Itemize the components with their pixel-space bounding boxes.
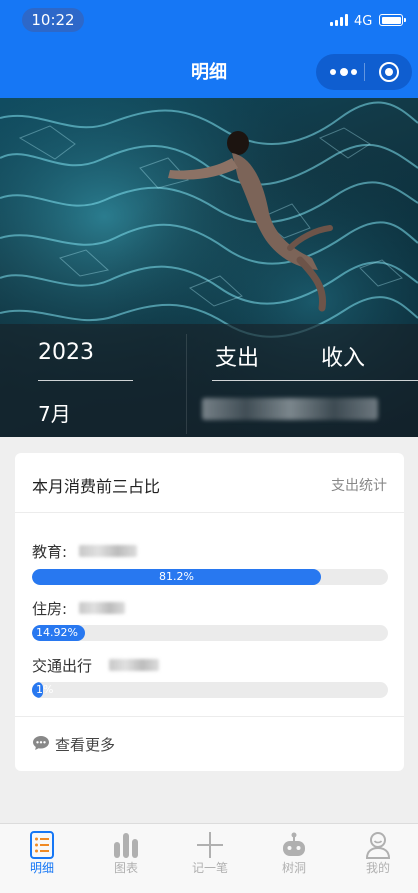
category-progress-bar: 1%: [32, 682, 388, 698]
more-options-icon[interactable]: [330, 65, 358, 79]
view-more-label: 查看更多: [55, 736, 116, 754]
miniprogram-capsule: [316, 54, 412, 90]
tab-label: 图表: [113, 861, 138, 875]
category-label: 住房:: [32, 600, 68, 618]
status-bar: 10:22 4G: [0, 0, 418, 40]
list-icon: [30, 831, 54, 859]
bottom-tab-bar: 明细 图表 记一笔 树洞 我的: [0, 823, 418, 893]
chat-bubble-icon: [33, 736, 49, 750]
bar-chart-icon: [114, 833, 138, 858]
category-label: 教育:: [32, 543, 68, 561]
robot-icon: [283, 832, 305, 856]
tab-label: 树洞: [281, 861, 306, 875]
tab-label: 明细: [29, 861, 54, 875]
redacted-amount: [79, 545, 137, 557]
category-progress-bar: 81.2%: [32, 569, 388, 585]
tab-detail[interactable]: 明细: [0, 824, 84, 893]
header: 10:22 4G 明细: [0, 0, 418, 98]
year-picker[interactable]: 2023: [38, 340, 94, 365]
expense-stats-link[interactable]: 支出统计: [331, 475, 387, 495]
tab-mine[interactable]: 我的: [336, 824, 418, 893]
category-label: 交通出行: [32, 657, 93, 675]
category-progress-bar: 14.92%: [32, 625, 388, 641]
hero-banner: 2023 7月 支出 收入: [0, 98, 418, 437]
income-label: 收入: [321, 346, 366, 371]
tab-add-record[interactable]: 记一笔: [168, 824, 252, 893]
redacted-amounts: [202, 398, 378, 420]
plus-icon: [197, 832, 223, 858]
card-title: 本月消费前三占比: [32, 477, 161, 496]
tab-chart[interactable]: 图表: [84, 824, 168, 893]
tab-label: 我的: [365, 861, 390, 875]
signal-icon: [330, 14, 348, 26]
tab-treehole[interactable]: 树洞: [252, 824, 336, 893]
top-spending-card: 本月消费前三占比 支出统计 教育: 81.2% 住房: 14.92% 交通出行 …: [15, 453, 404, 771]
progress-percent: 1%: [36, 683, 54, 696]
redacted-amount: [109, 659, 159, 671]
month-picker[interactable]: 7月: [38, 398, 71, 427]
progress-percent: 81.2%: [159, 570, 194, 583]
battery-icon: [379, 14, 406, 26]
progress-percent: 14.92%: [36, 626, 78, 639]
tab-label: 记一笔: [191, 861, 228, 875]
network-type: 4G: [354, 14, 373, 29]
close-miniprogram-icon[interactable]: [379, 62, 399, 82]
redacted-amount: [79, 602, 125, 614]
expense-label: 支出: [215, 346, 260, 371]
user-icon: [365, 832, 391, 859]
status-time: 10:22: [22, 8, 84, 32]
